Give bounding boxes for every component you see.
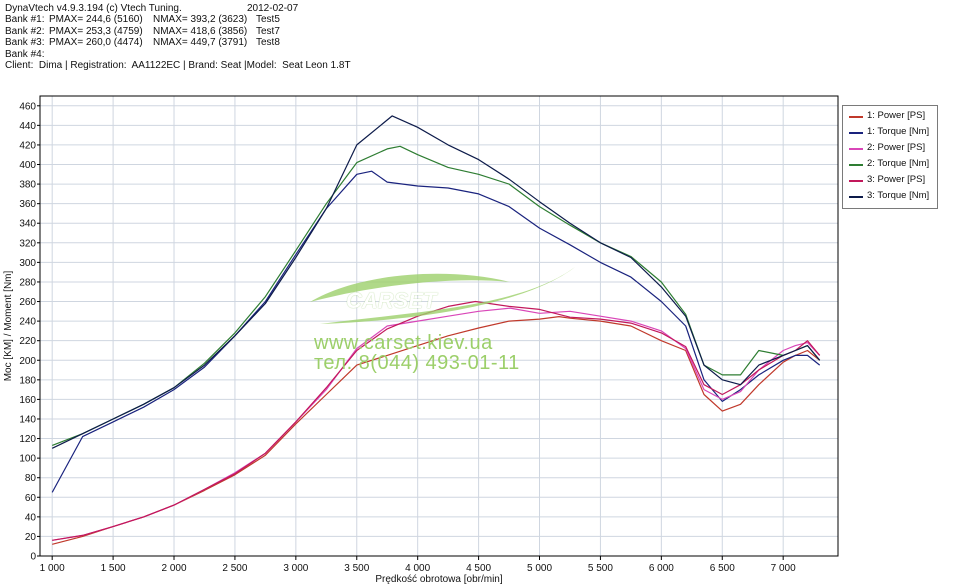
legend-label: 1: Torque [Nm] — [867, 126, 930, 137]
dyno-chart: 0 20 40 60 80 100 120 140 160 180 200 220 240 260 280 3… — [3, 95, 839, 585]
y-tick-label: 260 — [19, 297, 36, 308]
legend-swatch — [849, 148, 863, 150]
y-tick-label: 120 — [19, 434, 36, 445]
y-tick-label: 340 — [19, 219, 36, 230]
x-tick-label: 3 000 — [283, 563, 308, 574]
y-tick-label: 380 — [19, 180, 36, 191]
x-tick-label: 6 000 — [649, 563, 674, 574]
x-tick-label: 5 000 — [527, 563, 552, 574]
legend-item: 3: Power [PS] — [843, 174, 937, 188]
x-tick-label: 4 500 — [466, 563, 491, 574]
y-tick-label: 20 — [25, 532, 37, 543]
x-tick-label: 1 500 — [101, 563, 126, 574]
x-tick-label: 5 500 — [588, 563, 613, 574]
legend-label: 1: Power [PS] — [867, 110, 926, 121]
y-tick-label: 60 — [25, 493, 37, 504]
y-tick-label: 400 — [19, 160, 36, 171]
x-tick-label: 6 500 — [710, 563, 735, 574]
y-tick-label: 140 — [19, 414, 36, 425]
y-tick-label: 80 — [25, 473, 37, 484]
legend-item: 3: Torque [Nm] — [843, 190, 937, 204]
x-tick-label: 3 500 — [344, 563, 369, 574]
legend-swatch — [849, 196, 863, 198]
x-tick-label: 4 000 — [405, 563, 430, 574]
y-tick-label: 180 — [19, 375, 36, 386]
y-tick-label: 320 — [19, 238, 36, 249]
y-tick-label: 160 — [19, 395, 36, 406]
x-axis-title: Prędkość obrotowa [obr/min] — [375, 574, 503, 585]
x-tick-label: 1 000 — [40, 563, 65, 574]
y-tick-label: 360 — [19, 199, 36, 210]
y-tick-label: 0 — [30, 552, 36, 563]
legend-swatch — [849, 180, 863, 182]
y-axis-title: Moc [KM] / Moment [Nm] — [3, 270, 14, 381]
y-tick-label: 100 — [19, 454, 36, 465]
legend-swatch — [849, 116, 863, 118]
y-tick-label: 200 — [19, 356, 36, 367]
chart-legend: 1: Power [PS] 1: Torque [Nm] 2: Power [P… — [842, 105, 938, 209]
legend-item: 2: Torque [Nm] — [843, 158, 937, 172]
legend-swatch — [849, 132, 863, 134]
legend-item: 1: Torque [Nm] — [843, 126, 937, 140]
legend-label: 3: Power [PS] — [867, 174, 926, 185]
legend-item: 2: Power [PS] — [843, 142, 937, 156]
y-tick-label: 240 — [19, 317, 36, 328]
x-tick-label: 2 500 — [222, 563, 247, 574]
y-tick-label: 40 — [25, 512, 37, 523]
legend-label: 2: Power [PS] — [867, 142, 926, 153]
legend-label: 3: Torque [Nm] — [867, 190, 930, 201]
y-tick-label: 440 — [19, 121, 36, 132]
y-tick-label: 300 — [19, 258, 36, 269]
x-tick-label: 2 000 — [161, 563, 186, 574]
x-tick-label: 7 000 — [771, 563, 796, 574]
y-tick-label: 460 — [19, 101, 36, 112]
y-tick-label: 280 — [19, 277, 36, 288]
y-tick-label: 220 — [19, 336, 36, 347]
legend-label: 2: Torque [Nm] — [867, 158, 930, 169]
legend-swatch — [849, 164, 863, 166]
y-tick-label: 420 — [19, 140, 36, 151]
legend-item: 1: Power [PS] — [843, 110, 937, 124]
